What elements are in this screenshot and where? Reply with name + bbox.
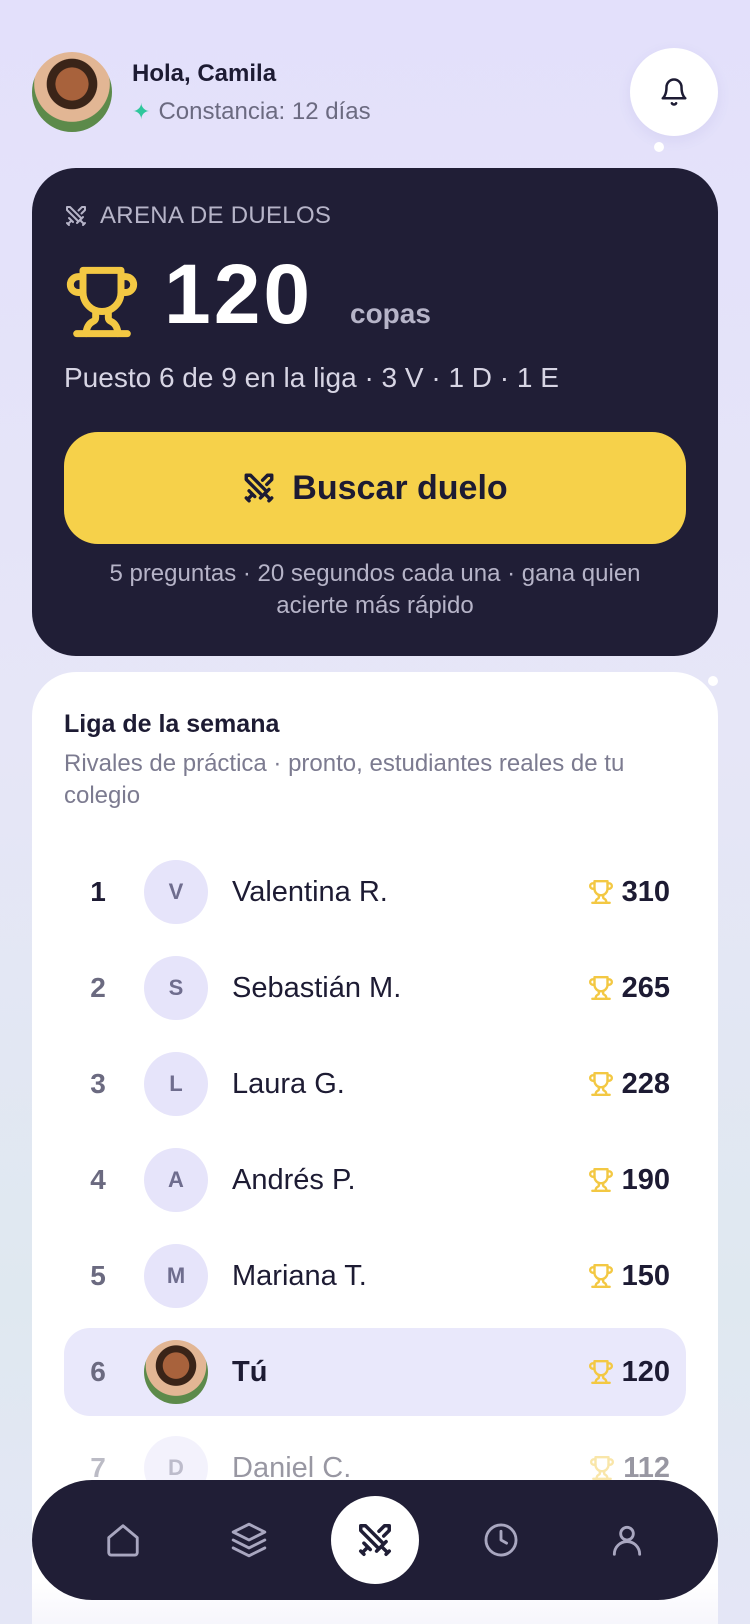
sparkle-icon: ✦ — [132, 99, 151, 124]
bell-icon — [661, 78, 687, 106]
decor-dot — [654, 142, 664, 152]
trophy-icon — [588, 975, 613, 1001]
greeting: Hola, Camila — [132, 60, 277, 87]
row-name: Andrés P. — [232, 1164, 356, 1196]
league-subtitle: Rivales de práctica · pronto, estudiante… — [64, 750, 625, 809]
clock-icon — [484, 1523, 518, 1557]
row-avatar: A — [144, 1148, 208, 1212]
trophy-icon — [588, 1167, 613, 1193]
row-avatar: M — [144, 1244, 208, 1308]
header: Hola, Camila ✦ Constancia: 12 días — [32, 48, 718, 136]
row-position: 3 — [90, 1068, 106, 1099]
trophy-icon — [588, 1359, 613, 1385]
nav-home[interactable] — [79, 1496, 167, 1584]
row-position: 6 — [90, 1356, 106, 1387]
leaderboard-row[interactable]: 5 M Mariana T. 150 — [64, 1232, 686, 1320]
row-score: 265 — [588, 944, 670, 1032]
bottom-nav — [32, 1480, 718, 1600]
row-name: Tú — [232, 1356, 268, 1388]
trophy-icon — [66, 266, 138, 338]
row-score: 310 — [588, 848, 670, 936]
row-position: 1 — [90, 876, 106, 907]
row-avatar: V — [144, 860, 208, 924]
row-avatar: L — [144, 1052, 208, 1116]
trophy-icon — [590, 1455, 615, 1481]
row-score: 228 — [588, 1040, 670, 1128]
swords-icon — [66, 206, 86, 226]
leaderboard: 1 V Valentina R. 310 2 S Sebastián M. 26… — [64, 848, 686, 1520]
home-icon — [107, 1524, 139, 1557]
arena-card: ARENA DE DUELOS 120 copas Puesto 6 de 9 … — [32, 168, 718, 656]
nav-layers[interactable] — [205, 1496, 293, 1584]
duel-rules: 5 preguntas · 20 segundos cada una · gan… — [109, 560, 641, 619]
row-name: Mariana T. — [232, 1260, 367, 1292]
decor-dot — [708, 676, 718, 686]
row-position: 5 — [90, 1260, 106, 1291]
nav-profile[interactable] — [583, 1496, 671, 1584]
avatar[interactable] — [32, 52, 112, 132]
leaderboard-row[interactable]: 4 A Andrés P. 190 — [64, 1136, 686, 1224]
leaderboard-row[interactable]: 2 S Sebastián M. 265 — [64, 944, 686, 1032]
row-avatar: S — [144, 956, 208, 1020]
nav-duels[interactable] — [331, 1496, 419, 1584]
swords-icon — [244, 473, 274, 503]
leaderboard-row[interactable]: 1 V Valentina R. 310 — [64, 848, 686, 936]
avatar — [144, 1340, 208, 1404]
trophy-icon — [588, 1263, 613, 1289]
swords-icon — [359, 1524, 391, 1556]
row-score: 120 — [588, 1328, 670, 1416]
cups-count: 120 — [164, 247, 314, 341]
row-position: 4 — [90, 1164, 106, 1195]
search-duel-label: Buscar duelo — [292, 468, 508, 507]
row-position: 2 — [90, 972, 106, 1003]
row-name: Laura G. — [232, 1068, 345, 1100]
streak: ✦ Constancia: 12 días — [132, 98, 371, 126]
league-standing: Puesto 6 de 9 en la liga · 3 V · 1 D · 1… — [64, 362, 559, 393]
row-score: 190 — [588, 1136, 670, 1224]
streak-label: Constancia: 12 días — [158, 98, 371, 125]
profile-icon — [612, 1525, 642, 1556]
leaderboard-row[interactable]: 3 L Laura G. 228 — [64, 1040, 686, 1128]
layers-icon — [231, 1522, 267, 1558]
league-title: Liga de la semana — [64, 710, 280, 738]
row-name: Sebastián M. — [232, 972, 402, 1004]
notifications-button[interactable] — [630, 48, 718, 136]
leaderboard-row-current-user[interactable]: 6 Tú 120 — [64, 1328, 686, 1416]
trophy-icon — [588, 879, 613, 905]
trophy-icon — [588, 1071, 613, 1097]
search-duel-button[interactable]: Buscar duelo — [64, 432, 686, 544]
row-name: Valentina R. — [232, 876, 388, 908]
arena-label: ARENA DE DUELOS — [64, 202, 331, 230]
nav-history[interactable] — [457, 1496, 545, 1584]
cups-unit: copas — [350, 298, 431, 329]
row-score: 150 — [588, 1232, 670, 1320]
